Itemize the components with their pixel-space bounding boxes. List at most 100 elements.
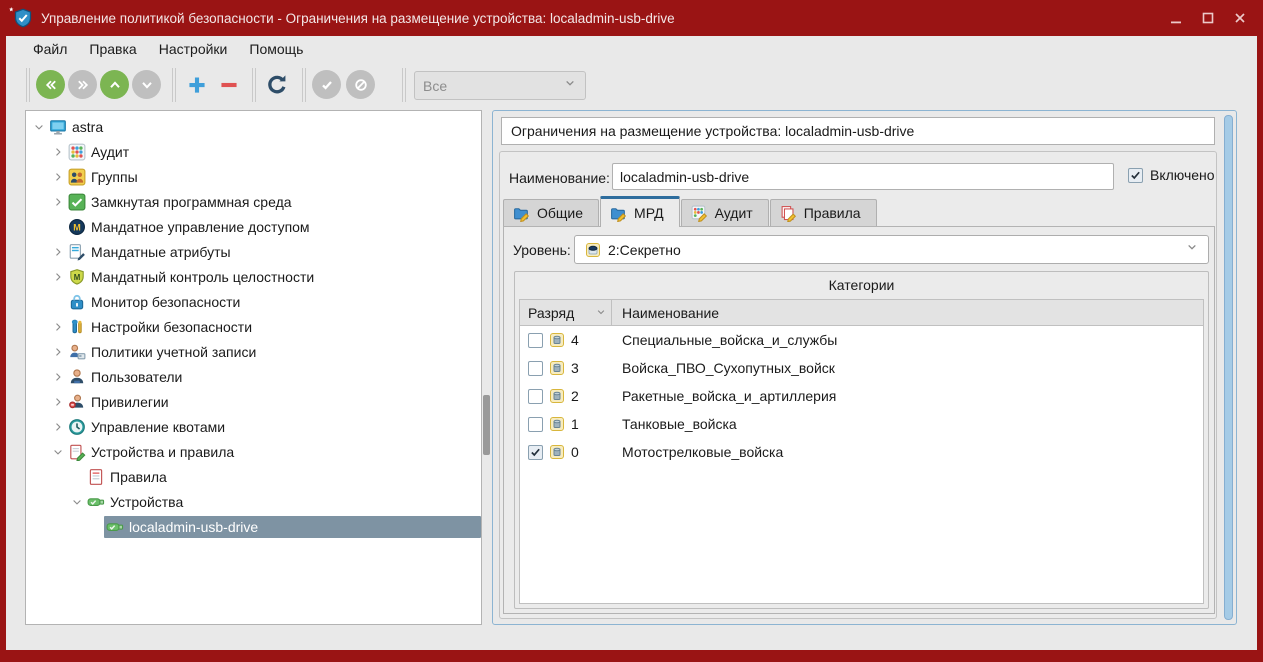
tree-item-label: Замкнутая программная среда (91, 194, 292, 210)
rank-value: 2 (571, 388, 579, 404)
tree-item-label: Устройства и правила (91, 444, 234, 460)
row-checkbox[interactable] (528, 333, 543, 348)
rank-value: 3 (571, 360, 579, 376)
tree-item[interactable]: astra (26, 114, 481, 139)
tree-item-label: astra (72, 119, 103, 135)
tab-label: Правила (804, 205, 861, 221)
tab-общие[interactable]: Общие (503, 199, 599, 226)
detail-header: Ограничения на размещение устройства: lo… (501, 117, 1215, 145)
tree-item[interactable]: Правила (26, 464, 481, 489)
apply-button[interactable] (312, 70, 341, 99)
tree-item[interactable]: Замкнутая программная среда (26, 189, 481, 214)
integrity-shield-icon: M (68, 268, 86, 286)
remove-button[interactable] (214, 70, 244, 100)
chevron-right-icon[interactable] (50, 194, 66, 210)
menu-помощь[interactable]: Помощь (238, 38, 314, 60)
tab-docs-icon (780, 205, 797, 222)
tree-item[interactable]: Пользователи (26, 364, 481, 389)
table-row[interactable]: 0Мотострелковые_войска (520, 438, 1203, 466)
last-button[interactable] (68, 70, 97, 99)
row-checkbox[interactable] (528, 417, 543, 432)
row-checkbox[interactable] (528, 445, 543, 460)
rank-value: 1 (571, 416, 579, 432)
cancel-button[interactable] (346, 70, 375, 99)
tree-item[interactable]: localadmin-usb-drive (26, 514, 481, 539)
row-checkbox[interactable] (528, 361, 543, 376)
categories-title: Категории (515, 277, 1208, 293)
rank-value: 0 (571, 444, 579, 460)
down-button[interactable] (132, 70, 161, 99)
devices-rules-icon (68, 443, 86, 461)
chevron-right-icon[interactable] (50, 269, 66, 285)
menu-bar: ФайлПравкаНастройкиПомощь (6, 36, 1257, 62)
toolbar-separator (252, 68, 256, 102)
tree-item[interactable]: MМандатный контроль целостности (26, 264, 481, 289)
account-policy-icon (68, 343, 86, 361)
first-button[interactable] (36, 70, 65, 99)
tree-item[interactable]: Аудит (26, 139, 481, 164)
maximize-button[interactable] (1199, 9, 1217, 27)
tree-item[interactable]: Управление квотами (26, 414, 481, 439)
window-title: Управление политикой безопасности - Огра… (41, 11, 675, 26)
scrollbar-thumb[interactable] (1224, 115, 1233, 620)
chevron-right-icon[interactable] (50, 244, 66, 260)
name-input[interactable] (612, 163, 1114, 190)
tree-item[interactable]: Привилегии (26, 389, 481, 414)
toolbar-separator (26, 68, 30, 102)
panel-splitter[interactable] (483, 395, 490, 455)
add-button[interactable] (182, 70, 212, 100)
tree-item[interactable]: Группы (26, 164, 481, 189)
menu-файл[interactable]: Файл (22, 38, 78, 60)
column-header-rank[interactable]: Разряд (520, 300, 612, 325)
tree-item[interactable]: Устройства (26, 489, 481, 514)
level-label: Уровень: (513, 242, 571, 258)
tree-item-label: Политики учетной записи (91, 344, 256, 360)
up-button[interactable] (100, 70, 129, 99)
chevron-right-icon[interactable] (50, 419, 66, 435)
tab-мрд[interactable]: МРД (600, 196, 680, 227)
tree-item[interactable]: Мандатные атрибуты (26, 239, 481, 264)
tree-item[interactable]: Устройства и правила (26, 439, 481, 464)
row-checkbox[interactable] (528, 389, 543, 404)
monitor-icon (49, 118, 67, 136)
vertical-scrollbar (1224, 115, 1233, 620)
refresh-button[interactable] (262, 70, 292, 100)
close-button[interactable] (1231, 9, 1249, 27)
chevron-right-icon[interactable] (50, 394, 66, 410)
tree-item[interactable]: M Мандатное управление доступом (26, 214, 481, 239)
usb-drive-icon (87, 493, 105, 511)
chevron-down-icon[interactable] (50, 444, 66, 460)
mrd-tab-page: Уровень: 2:Секретно Категории Разряд (503, 226, 1215, 614)
table-row[interactable]: 3Войска_ПВО_Сухопутных_войск (520, 354, 1203, 382)
toolbar-separator (172, 68, 176, 102)
enabled-checkbox[interactable] (1128, 168, 1143, 183)
policy-tree: astra АудитГруппы Замкнутая программная ср… (25, 110, 482, 625)
chevron-right-icon[interactable] (50, 144, 66, 160)
svg-text:M: M (73, 222, 81, 232)
tree-item[interactable]: Политики учетной записи (26, 339, 481, 364)
tree-item[interactable]: Монитор безопасности (26, 289, 481, 314)
table-row[interactable]: 2Ракетные_войска_и_артиллерия (520, 382, 1203, 410)
chevron-right-icon[interactable] (50, 319, 66, 335)
menu-правка[interactable]: Правка (78, 38, 147, 60)
chevron-right-icon[interactable] (50, 369, 66, 385)
chevron-down-icon[interactable] (31, 119, 47, 135)
minimize-button[interactable] (1167, 9, 1185, 27)
chevron-right-icon[interactable] (50, 344, 66, 360)
table-row[interactable]: 4Специальные_войска_и_службы (520, 326, 1203, 354)
tree-item-label: Мандатное управление доступом (91, 219, 310, 235)
column-header-name[interactable]: Наименование (612, 300, 1203, 325)
tree-item[interactable]: Настройки безопасности (26, 314, 481, 339)
chevron-down-icon[interactable] (69, 494, 85, 510)
chevron-right-icon[interactable] (50, 169, 66, 185)
filter-dropdown[interactable]: Все (414, 71, 586, 100)
tree-item-label: Правила (110, 469, 167, 485)
tree-item-label: localadmin-usb-drive (129, 519, 258, 535)
tab-правила[interactable]: Правила (770, 199, 877, 226)
menu-настройки[interactable]: Настройки (148, 38, 239, 60)
tab-аудит[interactable]: Аудит (681, 199, 769, 226)
rules-icon (87, 468, 105, 486)
table-row[interactable]: 1Танковые_войска (520, 410, 1203, 438)
level-dropdown[interactable]: 2:Секретно (574, 235, 1209, 264)
expander-spacer (50, 219, 66, 235)
